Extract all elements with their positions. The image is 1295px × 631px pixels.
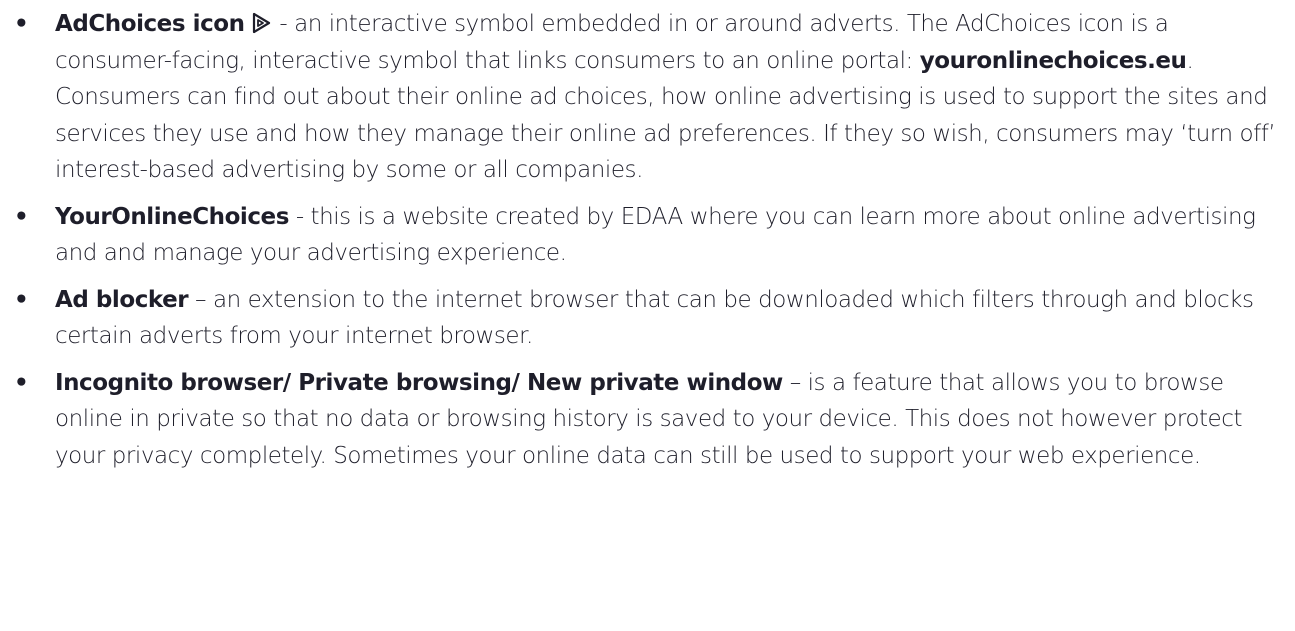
list-item: • YourOnlineChoices - this is a website … (0, 199, 1295, 272)
term-incognito-browser: Incognito browser/ Private browsing/ New… (55, 369, 783, 396)
bullet: • (14, 286, 29, 313)
glossary-list: • AdChoices icon - an interactive symbol… (0, 6, 1295, 484)
list-item: • Incognito browser/ Private browsing/ N… (0, 365, 1295, 475)
bullet: • (14, 203, 29, 230)
list-item: • AdChoices icon - an interactive symbol… (0, 6, 1295, 189)
adchoices-icon (251, 12, 271, 34)
term-ad-blocker: Ad blocker (55, 286, 189, 313)
bullet: • (14, 11, 29, 37)
term-youronlinechoices: YourOnlineChoices (55, 203, 289, 230)
description: – an extension to the internet browser t… (55, 286, 1254, 350)
bullet: • (14, 369, 29, 396)
term-adchoices-icon: AdChoices icon (55, 11, 245, 37)
list-item: • Ad blocker – an extension to the inter… (0, 282, 1295, 355)
youronlinechoices-link[interactable]: youronlinechoices.eu (920, 48, 1187, 74)
